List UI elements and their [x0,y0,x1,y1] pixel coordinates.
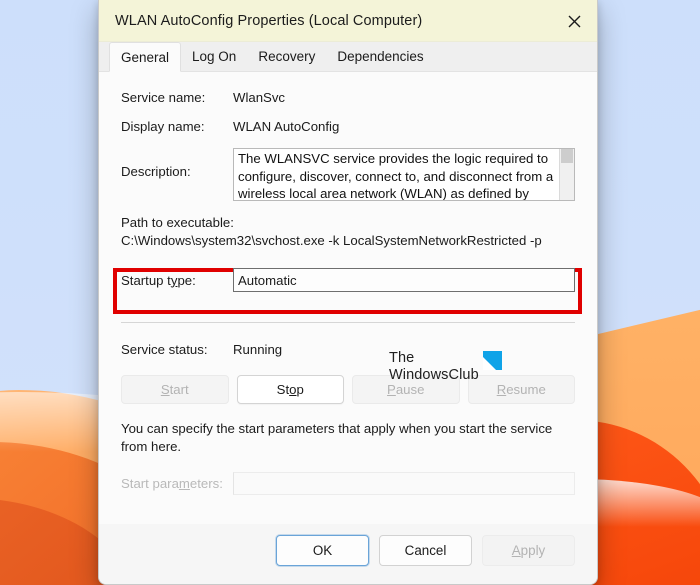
tab-strip: General Log On Recovery Dependencies [99,42,597,72]
service-status-value: Running [233,341,283,357]
window-title: WLAN AutoConfig Properties (Local Comput… [115,12,423,29]
tab-log-on-label: Log On [192,49,237,64]
close-button[interactable] [551,0,597,42]
ok-button[interactable]: OK [276,534,369,566]
start-parameters-label: Start parameters: [121,476,223,491]
service-control-buttons: Start Stop Pause Resume [121,375,575,404]
path-to-executable-label: Path to executable: [121,215,234,230]
tab-recovery-label: Recovery [258,49,316,64]
display-name-value: WLAN AutoConfig [233,119,340,134]
service-name-row: Service name: WlanSvc [121,90,575,105]
path-to-executable-block: Path to executable: C:\Windows\system32\… [121,215,575,248]
chevron-down-icon[interactable] [594,274,597,288]
cancel-button[interactable]: Cancel [379,534,472,566]
description-label: Description: [121,164,191,179]
display-name-label: Display name: [121,119,205,134]
close-icon [568,15,581,28]
service-status-label: Service status: [121,341,208,357]
startup-type-value: Automatic [238,272,297,288]
tab-log-on[interactable]: Log On [181,42,247,71]
resume-button-label: Resume [496,382,546,397]
startup-type-row: Startup type: Automatic [121,268,575,292]
general-tab-panel: Service name: WlanSvc Display name: WLAN… [99,72,597,524]
description-scrollbar-thumb[interactable] [561,149,573,163]
description-text: The WLANSVC service provides the logic r… [238,151,554,200]
display-name-row: Display name: WLAN AutoConfig [121,119,575,134]
startup-type-label: Startup type: [121,272,196,288]
cancel-button-label: Cancel [404,542,447,558]
service-status-row: Service status: Running [121,339,575,359]
pause-button[interactable]: Pause [352,375,460,404]
start-parameters-input[interactable] [233,472,575,495]
dialog-footer: OK Cancel Apply [99,524,597,584]
startup-type-dropdown[interactable]: Automatic [233,268,575,292]
section-divider [121,322,575,323]
service-properties-dialog: WLAN AutoConfig Properties (Local Comput… [98,0,598,585]
description-textbox[interactable]: The WLANSVC service provides the logic r… [233,148,575,201]
description-row: Description: The WLANSVC service provide… [121,148,575,201]
start-parameters-row: Start parameters: [121,472,575,495]
path-to-executable-value: C:\Windows\system32\svchost.exe -k Local… [121,233,542,248]
service-status-wrapper: Service status: Running The WindowsClub [121,339,575,383]
title-bar: WLAN AutoConfig Properties (Local Comput… [99,0,597,42]
tab-general[interactable]: General [109,42,182,72]
tab-dependencies[interactable]: Dependencies [326,42,434,71]
apply-button-label: Apply [511,542,546,558]
service-name-label: Service name: [121,90,206,105]
pause-button-label: Pause [387,382,425,397]
description-scrollbar[interactable] [559,149,574,200]
ok-button-label: OK [312,542,333,558]
stop-button[interactable]: Stop [236,375,344,404]
resume-button[interactable]: Resume [467,375,575,404]
tab-recovery[interactable]: Recovery [247,42,326,71]
apply-button[interactable]: Apply [482,534,575,566]
service-name-value: WlanSvc [233,90,286,105]
start-button[interactable]: Start [121,375,229,404]
start-parameters-hint: You can specify the start parameters tha… [121,421,553,454]
start-button-label: Start [160,382,189,397]
tab-dependencies-label: Dependencies [337,49,424,64]
tab-general-label: General [121,49,170,65]
stop-button-label: Stop [276,382,304,397]
